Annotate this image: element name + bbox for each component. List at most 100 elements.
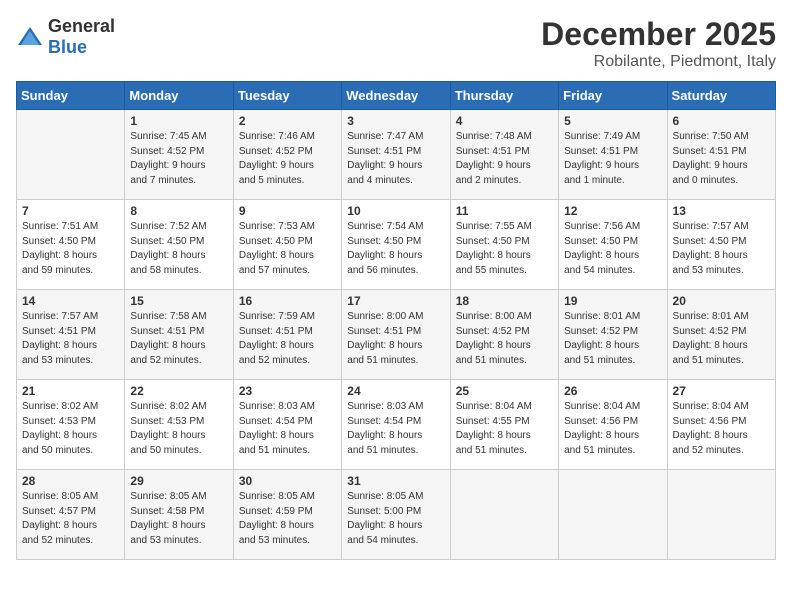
- day-number: 20: [673, 294, 770, 308]
- calendar-body: 1 Sunrise: 7:45 AM Sunset: 4:52 PM Daylig…: [17, 110, 776, 560]
- day-number: 8: [130, 204, 227, 218]
- calendar-week-row: 1 Sunrise: 7:45 AM Sunset: 4:52 PM Daylig…: [17, 110, 776, 200]
- day-number: 4: [456, 114, 553, 128]
- day-info: Sunrise: 8:04 AM Sunset: 4:55 PM Dayligh…: [456, 400, 553, 458]
- calendar-cell: [667, 470, 775, 560]
- page-header: General Blue December 2025 Robilante, Pi…: [16, 16, 776, 71]
- calendar-cell: 16 Sunrise: 7:59 AM Sunset: 4:51 PM Dayli…: [233, 290, 341, 380]
- day-number: 25: [456, 384, 553, 398]
- day-info: Sunrise: 8:00 AM Sunset: 4:51 PM Dayligh…: [347, 310, 444, 368]
- day-info: Sunrise: 7:52 AM Sunset: 4:50 PM Dayligh…: [130, 220, 227, 278]
- calendar-cell: 23 Sunrise: 8:03 AM Sunset: 4:54 PM Dayli…: [233, 380, 341, 470]
- day-header-wednesday: Wednesday: [342, 82, 450, 110]
- day-number: 23: [239, 384, 336, 398]
- day-info: Sunrise: 7:59 AM Sunset: 4:51 PM Dayligh…: [239, 310, 336, 368]
- day-info: Sunrise: 7:53 AM Sunset: 4:50 PM Dayligh…: [239, 220, 336, 278]
- day-info: Sunrise: 7:47 AM Sunset: 4:51 PM Dayligh…: [347, 130, 444, 188]
- calendar-cell: 30Sunrise: 8:05 AM Sunset: 4:59 PM Dayli…: [233, 470, 341, 560]
- day-number: 16: [239, 294, 336, 308]
- day-number: 7: [22, 204, 119, 218]
- day-info: Sunrise: 7:54 AM Sunset: 4:50 PM Dayligh…: [347, 220, 444, 278]
- calendar-cell: 15 Sunrise: 7:58 AM Sunset: 4:51 PM Dayli…: [125, 290, 233, 380]
- calendar-cell: 11 Sunrise: 7:55 AM Sunset: 4:50 PM Dayli…: [450, 200, 558, 290]
- day-number: 29: [130, 474, 227, 488]
- logo: General Blue: [16, 16, 115, 58]
- calendar-cell: 7 Sunrise: 7:51 AM Sunset: 4:50 PM Daylig…: [17, 200, 125, 290]
- calendar-cell: [559, 470, 667, 560]
- calendar-cell: 12Sunrise: 7:56 AM Sunset: 4:50 PM Dayli…: [559, 200, 667, 290]
- day-number: 19: [564, 294, 661, 308]
- day-info: Sunrise: 7:50 AM Sunset: 4:51 PM Dayligh…: [673, 130, 770, 188]
- day-number: 17: [347, 294, 444, 308]
- calendar-cell: 3 Sunrise: 7:47 AM Sunset: 4:51 PM Daylig…: [342, 110, 450, 200]
- calendar-cell: 6 Sunrise: 7:50 AM Sunset: 4:51 PM Daylig…: [667, 110, 775, 200]
- day-header-saturday: Saturday: [667, 82, 775, 110]
- calendar-table: SundayMondayTuesdayWednesdayThursdayFrid…: [16, 81, 776, 560]
- day-info: Sunrise: 7:55 AM Sunset: 4:50 PM Dayligh…: [456, 220, 553, 278]
- calendar-cell: 10Sunrise: 7:54 AM Sunset: 4:50 PM Dayli…: [342, 200, 450, 290]
- calendar-cell: 29Sunrise: 8:05 AM Sunset: 4:58 PM Dayli…: [125, 470, 233, 560]
- logo-general: General: [48, 16, 115, 36]
- calendar-week-row: 14 Sunrise: 7:57 AM Sunset: 4:51 PM Dayli…: [17, 290, 776, 380]
- day-number: 11: [456, 204, 553, 218]
- title-block: December 2025 Robilante, Piedmont, Italy: [541, 16, 776, 71]
- calendar-cell: 18 Sunrise: 8:00 AM Sunset: 4:52 PM Dayli…: [450, 290, 558, 380]
- day-info: Sunrise: 8:04 AM Sunset: 4:56 PM Dayligh…: [673, 400, 770, 458]
- day-number: 1: [130, 114, 227, 128]
- day-number: 14: [22, 294, 119, 308]
- calendar-cell: 17 Sunrise: 8:00 AM Sunset: 4:51 PM Dayli…: [342, 290, 450, 380]
- day-number: 13: [673, 204, 770, 218]
- day-info: Sunrise: 7:57 AM Sunset: 4:51 PM Dayligh…: [22, 310, 119, 368]
- calendar-cell: 9Sunrise: 7:53 AM Sunset: 4:50 PM Daylig…: [233, 200, 341, 290]
- day-info: Sunrise: 7:58 AM Sunset: 4:51 PM Dayligh…: [130, 310, 227, 368]
- calendar-header: SundayMondayTuesdayWednesdayThursdayFrid…: [17, 82, 776, 110]
- logo-icon: [16, 25, 44, 49]
- calendar-cell: 8 Sunrise: 7:52 AM Sunset: 4:50 PM Daylig…: [125, 200, 233, 290]
- calendar-week-row: 7 Sunrise: 7:51 AM Sunset: 4:50 PM Daylig…: [17, 200, 776, 290]
- day-number: 15: [130, 294, 227, 308]
- day-info: Sunrise: 8:01 AM Sunset: 4:52 PM Dayligh…: [673, 310, 770, 368]
- calendar-cell: 26Sunrise: 8:04 AM Sunset: 4:56 PM Dayli…: [559, 380, 667, 470]
- calendar-cell: 19Sunrise: 8:01 AM Sunset: 4:52 PM Dayli…: [559, 290, 667, 380]
- day-number: 21: [22, 384, 119, 398]
- logo-blue: Blue: [48, 37, 87, 57]
- calendar-cell: 21 Sunrise: 8:02 AM Sunset: 4:53 PM Dayli…: [17, 380, 125, 470]
- calendar-cell: [17, 110, 125, 200]
- calendar-cell: 13Sunrise: 7:57 AM Sunset: 4:50 PM Dayli…: [667, 200, 775, 290]
- day-info: Sunrise: 8:02 AM Sunset: 4:53 PM Dayligh…: [22, 400, 119, 458]
- day-number: 6: [673, 114, 770, 128]
- month-year-title: December 2025: [541, 16, 776, 53]
- calendar-cell: 24 Sunrise: 8:03 AM Sunset: 4:54 PM Dayli…: [342, 380, 450, 470]
- day-header-friday: Friday: [559, 82, 667, 110]
- calendar-cell: [450, 470, 558, 560]
- calendar-cell: 1 Sunrise: 7:45 AM Sunset: 4:52 PM Daylig…: [125, 110, 233, 200]
- day-info: Sunrise: 7:48 AM Sunset: 4:51 PM Dayligh…: [456, 130, 553, 188]
- day-number: 2: [239, 114, 336, 128]
- day-number: 30: [239, 474, 336, 488]
- day-number: 24: [347, 384, 444, 398]
- calendar-cell: 28Sunrise: 8:05 AM Sunset: 4:57 PM Dayli…: [17, 470, 125, 560]
- day-header-sunday: Sunday: [17, 82, 125, 110]
- calendar-cell: 22Sunrise: 8:02 AM Sunset: 4:53 PM Dayli…: [125, 380, 233, 470]
- day-info: Sunrise: 7:49 AM Sunset: 4:51 PM Dayligh…: [564, 130, 661, 188]
- calendar-cell: 27Sunrise: 8:04 AM Sunset: 4:56 PM Dayli…: [667, 380, 775, 470]
- day-header-thursday: Thursday: [450, 82, 558, 110]
- day-info: Sunrise: 7:51 AM Sunset: 4:50 PM Dayligh…: [22, 220, 119, 278]
- calendar-cell: 5Sunrise: 7:49 AM Sunset: 4:51 PM Daylig…: [559, 110, 667, 200]
- day-info: Sunrise: 8:00 AM Sunset: 4:52 PM Dayligh…: [456, 310, 553, 368]
- day-number: 3: [347, 114, 444, 128]
- day-info: Sunrise: 7:56 AM Sunset: 4:50 PM Dayligh…: [564, 220, 661, 278]
- calendar-week-row: 28Sunrise: 8:05 AM Sunset: 4:57 PM Dayli…: [17, 470, 776, 560]
- day-info: Sunrise: 8:03 AM Sunset: 4:54 PM Dayligh…: [347, 400, 444, 458]
- day-info: Sunrise: 8:03 AM Sunset: 4:54 PM Dayligh…: [239, 400, 336, 458]
- day-info: Sunrise: 8:02 AM Sunset: 4:53 PM Dayligh…: [130, 400, 227, 458]
- calendar-cell: 20 Sunrise: 8:01 AM Sunset: 4:52 PM Dayli…: [667, 290, 775, 380]
- day-info: Sunrise: 7:45 AM Sunset: 4:52 PM Dayligh…: [130, 130, 227, 188]
- day-number: 18: [456, 294, 553, 308]
- day-info: Sunrise: 8:05 AM Sunset: 5:00 PM Dayligh…: [347, 490, 444, 548]
- day-info: Sunrise: 7:46 AM Sunset: 4:52 PM Dayligh…: [239, 130, 336, 188]
- day-number: 31: [347, 474, 444, 488]
- header-row: SundayMondayTuesdayWednesdayThursdayFrid…: [17, 82, 776, 110]
- calendar-cell: 2 Sunrise: 7:46 AM Sunset: 4:52 PM Daylig…: [233, 110, 341, 200]
- location-subtitle: Robilante, Piedmont, Italy: [541, 53, 776, 71]
